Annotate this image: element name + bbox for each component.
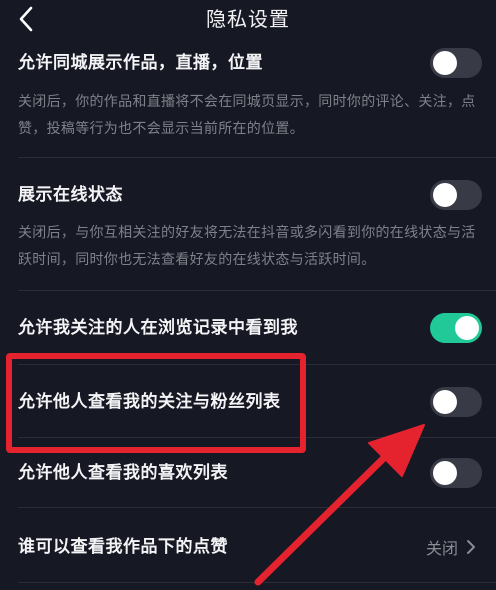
setting-label-browse-record: 允许我关注的人在浏览记录中看到我 xyxy=(18,318,298,338)
toggle-knob xyxy=(433,390,457,414)
setting-label-like-list: 允许他人查看我的喜欢列表 xyxy=(18,463,228,483)
page-title: 隐私设置 xyxy=(206,7,290,31)
setting-label-online-status: 展示在线状态 xyxy=(18,185,123,205)
toggle-online-status[interactable] xyxy=(430,180,482,210)
toggle-knob xyxy=(433,183,457,207)
divider xyxy=(18,290,496,291)
annotation-highlight-box xyxy=(6,353,306,453)
video-likes-selector[interactable]: 关闭 xyxy=(426,535,476,559)
nav-bar: 隐私设置 xyxy=(0,0,496,40)
video-likes-value: 关闭 xyxy=(425,539,458,558)
setting-label-video-likes: 谁可以查看我作品下的点赞 xyxy=(18,537,228,557)
setting-label-nearby: 允许同城展示作品，直播，位置 xyxy=(18,53,263,73)
toggle-nearby[interactable] xyxy=(430,48,482,78)
setting-desc-online-status: 关闭后，与你互相关注的好友将无法在抖音或多闪看到你的在线状态与活跃时间，同时你也… xyxy=(18,225,476,268)
toggle-knob xyxy=(455,316,479,340)
setting-desc-nearby: 关闭后，你的作品和直播将不会在同城页显示，同时你的评论、关注，点赞，投稿等行为也… xyxy=(18,94,476,137)
toggle-browse-record[interactable] xyxy=(430,313,482,343)
toggle-knob xyxy=(433,461,457,485)
toggle-knob xyxy=(433,51,457,75)
toggle-like-list[interactable] xyxy=(430,458,482,488)
chevron-right-icon xyxy=(467,540,475,554)
toggle-follow-list[interactable] xyxy=(430,387,482,417)
divider xyxy=(18,507,496,508)
divider xyxy=(18,157,496,158)
divider xyxy=(18,582,496,583)
